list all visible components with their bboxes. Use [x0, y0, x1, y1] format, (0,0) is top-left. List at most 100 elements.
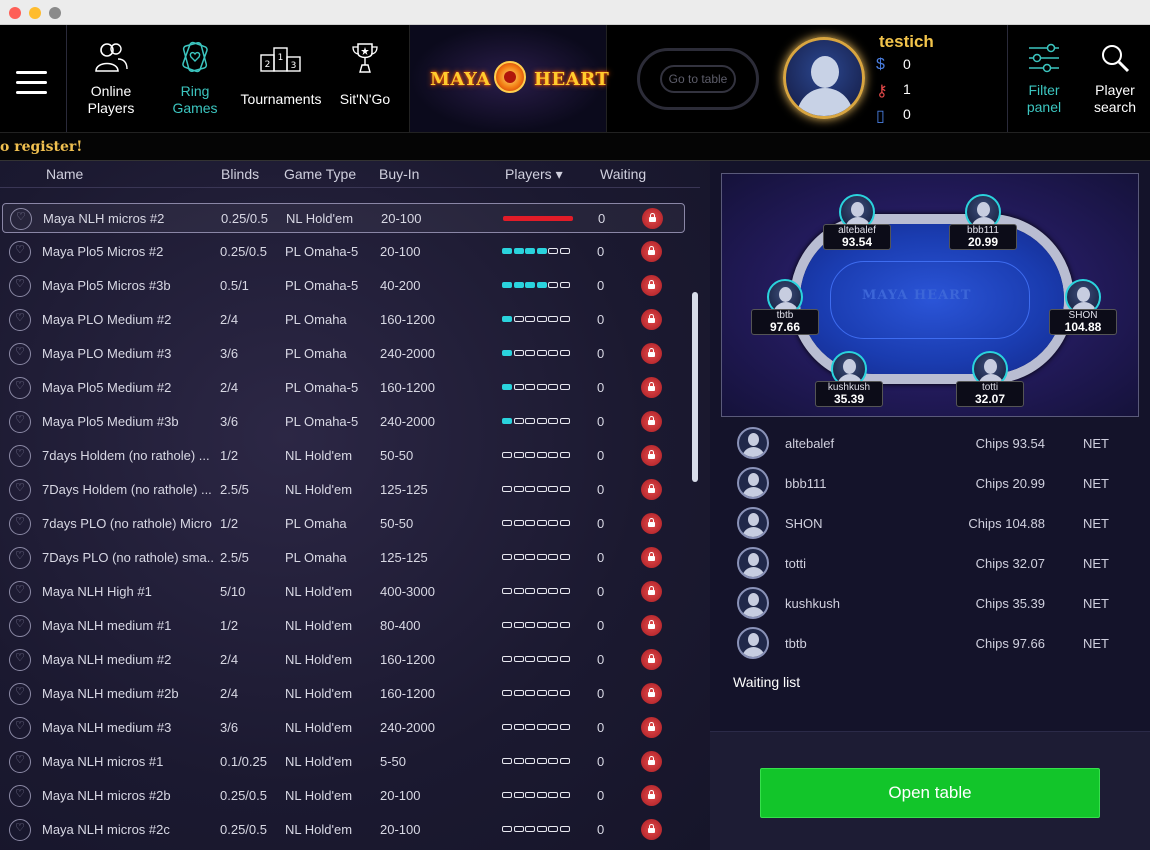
player-row[interactable]: tbtb Chips 97.66 NET	[710, 623, 1150, 663]
table-game-type: NL Hold'em	[285, 788, 353, 803]
nav-tournaments[interactable]: 2 1 3 Tournaments	[237, 25, 325, 132]
header-players[interactable]: Players ▾	[505, 166, 563, 183]
seat-slot	[502, 350, 512, 356]
table-row[interactable]: Maya NLH micros #1 0.1/0.25 NL Hold'em 5-50…	[2, 747, 685, 777]
players-seat-indicator	[502, 384, 572, 391]
player-network: NET	[1083, 596, 1109, 611]
seat-slot	[502, 588, 512, 594]
nav-ring-games[interactable]: Ring Games	[160, 25, 230, 132]
table-row[interactable]: 7days PLO (no rathole) Micro 1/2 PL Omaha 5…	[2, 509, 685, 539]
table-waiting: 0	[597, 346, 605, 361]
table-row[interactable]: Maya Plo5 Micros #3b 0.5/1 PL Omaha-5 40-20…	[2, 271, 685, 301]
player-row[interactable]: SHON Chips 104.88 NET	[710, 503, 1150, 543]
table-row[interactable]: Maya Plo5 Medium #2 2/4 PL Omaha-5 160-1200…	[2, 373, 685, 403]
seat-slot	[536, 826, 547, 832]
players-seat-indicator	[502, 486, 572, 493]
table-row[interactable]: Maya Plo5 Medium #3b 3/6 PL Omaha-5 240-200…	[2, 407, 685, 437]
players-seat-indicator	[502, 724, 572, 731]
seat-slot	[525, 588, 535, 594]
table-name: Maya NLH micros #1	[42, 754, 164, 769]
seat-slot	[513, 792, 524, 798]
header-buy-in[interactable]: Buy-In	[379, 166, 419, 182]
table-row[interactable]: Maya PLO Medium #3 3/6 PL Omaha 240-2000 0	[2, 339, 685, 369]
player-network: NET	[1083, 556, 1109, 571]
table-row[interactable]: Maya NLH High #1 5/10 NL Hold'em 400-3000 0	[2, 577, 685, 607]
preview-seat[interactable]: bbb111 20.99	[949, 194, 1017, 250]
seat-slot	[559, 792, 570, 798]
table-blinds: 0.25/0.5	[220, 244, 267, 259]
minimize-window-button[interactable]	[29, 7, 41, 19]
zoom-window-button[interactable]	[49, 7, 61, 19]
svg-text:3: 3	[291, 61, 297, 71]
players-seat-indicator	[502, 656, 572, 663]
preview-seat[interactable]: altebalef 93.54	[823, 194, 891, 250]
seat-slot	[536, 520, 547, 526]
table-row[interactable]: Maya NLH micros #2c 0.25/0.5 NL Hold'em 20-…	[2, 815, 685, 845]
table-row[interactable]: Maya NLH medium #2 2/4 NL Hold'em 160-1200 0	[2, 645, 685, 675]
table-name: Maya Plo5 Medium #3b	[42, 414, 179, 429]
filter-panel-button[interactable]: Filter panel	[1010, 25, 1078, 132]
players-seat-indicator	[502, 622, 572, 629]
player-row[interactable]: altebalef Chips 93.54 NET	[710, 423, 1150, 463]
table-row[interactable]: Maya NLH micros #2 0.25/0.5 NL Hold'em 20-1…	[2, 203, 685, 233]
player-row[interactable]: bbb111 Chips 20.99 NET	[710, 463, 1150, 503]
seat-slot	[513, 350, 524, 356]
seat-slot	[525, 248, 535, 254]
preview-seat[interactable]: SHON 104.88	[1049, 279, 1117, 335]
seat-slot	[525, 622, 535, 628]
lock-icon	[641, 479, 662, 500]
lock-icon	[642, 208, 663, 229]
table-row[interactable]: Maya NLH medium #2b 2/4 NL Hold'em 160-1200…	[2, 679, 685, 709]
user-avatar[interactable]	[783, 37, 865, 119]
player-row[interactable]: kushkush Chips 35.39 NET	[710, 583, 1150, 623]
table-row[interactable]: Maya NLH medium #3 3/6 NL Hold'em 240-2000 0	[2, 713, 685, 743]
go-to-table-button[interactable]: Go to table	[637, 48, 759, 110]
table-blinds: 1/2	[220, 516, 239, 531]
players-seat-indicator	[502, 282, 572, 289]
seat-slot	[513, 316, 524, 322]
table-blinds: 2/4	[220, 380, 239, 395]
preview-seat[interactable]: kushkush 35.39	[815, 351, 883, 407]
seat-slot	[559, 520, 570, 526]
header-name[interactable]: Name	[46, 166, 83, 182]
table-type-icon	[9, 547, 31, 569]
table-blinds: 2/4	[220, 686, 239, 701]
table-row[interactable]: Maya Plo5 Micros #2 0.25/0.5 PL Omaha-5 20-…	[2, 237, 685, 267]
player-network: NET	[1083, 436, 1109, 451]
player-search-button[interactable]: Player search	[1082, 25, 1148, 132]
table-row[interactable]: 7Days Holdem (no rathole) ... 2.5/5 NL Hol…	[2, 475, 685, 505]
table-waiting: 0	[597, 618, 605, 633]
table-game-type: PL Omaha	[285, 516, 347, 531]
news-ticker: o register!	[0, 132, 1150, 161]
open-table-button[interactable]: Open table	[760, 768, 1100, 818]
table-row[interactable]: 7days Holdem (no rathole) ... 1/2 NL Hold'…	[2, 441, 685, 471]
preview-seat[interactable]: totti 32.07	[956, 351, 1024, 407]
table-type-icon	[9, 343, 31, 365]
table-row[interactable]: 7Days PLO (no rathole) sma... 2.5/5 PL Oma…	[2, 543, 685, 573]
table-name: Maya NLH micros #2	[43, 211, 165, 226]
table-name: Maya PLO Medium #3	[42, 346, 172, 361]
seat-slot	[525, 282, 535, 288]
nav-online-players[interactable]: Online Players	[76, 25, 146, 132]
dollar-icon: $	[876, 56, 885, 73]
header-waiting[interactable]: Waiting	[600, 166, 646, 182]
players-seat-indicator	[502, 520, 572, 527]
header-blinds[interactable]: Blinds	[221, 166, 259, 182]
waiting-list-label: Waiting list	[733, 674, 801, 690]
menu-button[interactable]	[0, 25, 67, 132]
player-row[interactable]: totti Chips 32.07 NET	[710, 543, 1150, 583]
table-list-scrollbar[interactable]	[692, 292, 698, 482]
seat-info-box: totti 32.07	[956, 381, 1024, 407]
table-row[interactable]: Maya NLH medium #1 1/2 NL Hold'em 80-400 0	[2, 611, 685, 641]
lock-icon	[641, 683, 662, 704]
table-waiting: 0	[597, 414, 605, 429]
header-game-type[interactable]: Game Type	[284, 166, 356, 182]
nav-sitngo[interactable]: Sit'N'Go	[334, 25, 396, 132]
seat-slot	[548, 758, 558, 764]
close-window-button[interactable]	[9, 7, 21, 19]
table-name: Maya NLH High #1	[42, 584, 152, 599]
table-row[interactable]: Maya PLO Medium #2 2/4 PL Omaha 160-1200 0	[2, 305, 685, 335]
table-row[interactable]: Maya NLH micros #2b 0.25/0.5 NL Hold'em 20-…	[2, 781, 685, 811]
preview-seat[interactable]: tbtb 97.66	[751, 279, 819, 335]
table-buy-in: 160-1200	[380, 652, 435, 667]
